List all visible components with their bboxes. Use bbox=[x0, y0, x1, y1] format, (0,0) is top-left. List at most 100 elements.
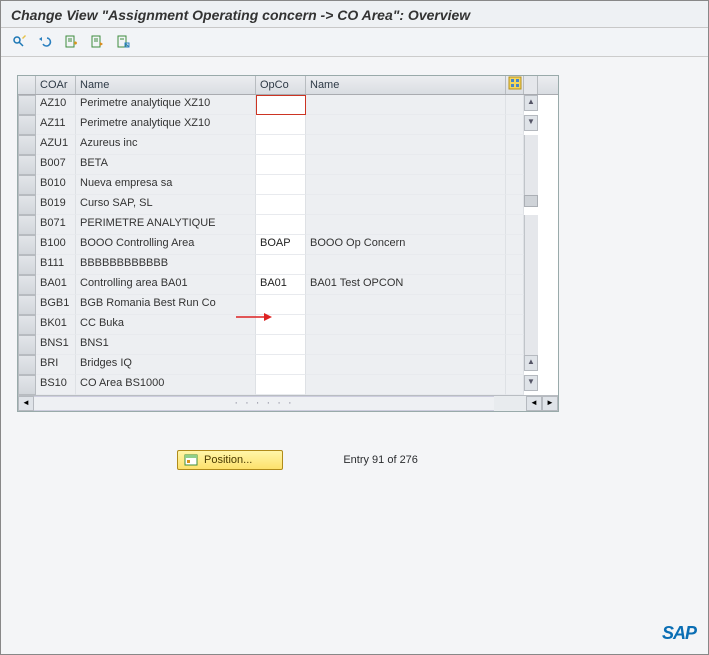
col-opco[interactable]: OpCo bbox=[256, 76, 306, 94]
cell-opco[interactable] bbox=[256, 155, 306, 175]
table-row: AZ10Perimetre analytique XZ10▲ bbox=[18, 95, 558, 115]
scroll-down-icon[interactable]: ▼ bbox=[524, 375, 538, 391]
scrollbar-cell[interactable] bbox=[524, 255, 538, 275]
table-row: B071PERIMETRE ANALYTIQUE bbox=[18, 215, 558, 235]
cell-name: Perimetre analytique XZ10 bbox=[76, 115, 256, 135]
scroll-track[interactable]: · · · · · · bbox=[34, 396, 494, 411]
cell-spacer bbox=[506, 295, 524, 315]
cell-coar: B100 bbox=[36, 235, 76, 255]
table-row: BK01CC Buka bbox=[18, 315, 558, 335]
cell-opname bbox=[306, 115, 506, 135]
row-selector[interactable] bbox=[18, 275, 36, 295]
cell-name: CC Buka bbox=[76, 315, 256, 335]
entry-counter: Entry 91 of 276 bbox=[343, 454, 418, 466]
row-selector[interactable] bbox=[18, 175, 36, 195]
cell-spacer bbox=[506, 235, 524, 255]
row-selector[interactable] bbox=[18, 115, 36, 135]
cell-opco[interactable] bbox=[256, 375, 306, 395]
cell-name: PERIMETRE ANALYTIQUE bbox=[76, 215, 256, 235]
scrollbar-cell[interactable] bbox=[524, 335, 538, 355]
col-coar[interactable]: COAr bbox=[36, 76, 76, 94]
display-change-icon[interactable] bbox=[9, 32, 29, 52]
row-selector[interactable] bbox=[18, 355, 36, 375]
table-header: COAr Name OpCo Name bbox=[18, 76, 558, 95]
cell-opco[interactable] bbox=[256, 115, 306, 135]
cell-opco[interactable] bbox=[256, 95, 306, 115]
cell-spacer bbox=[506, 375, 524, 395]
scrollbar-cell[interactable] bbox=[524, 155, 538, 175]
cell-coar: B019 bbox=[36, 195, 76, 215]
table-row: BRIBridges IQ▲ bbox=[18, 355, 558, 375]
row-selector[interactable] bbox=[18, 135, 36, 155]
cell-name: Azureus inc bbox=[76, 135, 256, 155]
scroll-up-icon[interactable]: ▲ bbox=[524, 95, 538, 111]
cell-spacer bbox=[506, 115, 524, 135]
cell-opco[interactable] bbox=[256, 215, 306, 235]
cell-opco[interactable] bbox=[256, 255, 306, 275]
cell-name: Bridges IQ bbox=[76, 355, 256, 375]
row-selector[interactable] bbox=[18, 95, 36, 115]
cell-coar: B071 bbox=[36, 215, 76, 235]
cell-opname bbox=[306, 355, 506, 375]
scrollbar-cell[interactable] bbox=[524, 315, 538, 335]
scrollbar-cell[interactable] bbox=[524, 175, 538, 195]
footer: Position... Entry 91 of 276 bbox=[177, 450, 692, 470]
row-selector[interactable] bbox=[18, 155, 36, 175]
copy-icon[interactable] bbox=[87, 32, 107, 52]
cell-opco[interactable] bbox=[256, 175, 306, 195]
undo-icon[interactable] bbox=[35, 32, 55, 52]
select-all-header[interactable] bbox=[18, 76, 36, 94]
position-button[interactable]: Position... bbox=[177, 450, 283, 470]
cell-opname bbox=[306, 195, 506, 215]
cell-opco[interactable] bbox=[256, 195, 306, 215]
scroll-step-down-icon[interactable]: ▼ bbox=[524, 115, 538, 131]
cell-name: Nueva empresa sa bbox=[76, 175, 256, 195]
cell-coar: B007 bbox=[36, 155, 76, 175]
cell-opco[interactable] bbox=[256, 355, 306, 375]
row-selector[interactable] bbox=[18, 335, 36, 355]
row-selector[interactable] bbox=[18, 215, 36, 235]
table-row: B010Nueva empresa sa bbox=[18, 175, 558, 195]
table-row: B111BBBBBBBBBBBB bbox=[18, 255, 558, 275]
cell-opco[interactable]: BOAP bbox=[256, 235, 306, 255]
cell-opname bbox=[306, 295, 506, 315]
scrollbar-cell[interactable] bbox=[524, 235, 538, 255]
row-selector[interactable] bbox=[18, 295, 36, 315]
row-selector[interactable] bbox=[18, 375, 36, 395]
delete-icon[interactable] bbox=[113, 32, 133, 52]
cell-opco[interactable] bbox=[256, 135, 306, 155]
cell-opname bbox=[306, 155, 506, 175]
scroll-step-up-icon[interactable]: ▲ bbox=[524, 355, 538, 371]
scroll-thumb[interactable] bbox=[524, 195, 538, 207]
scrollbar-cell[interactable] bbox=[524, 275, 538, 295]
horizontal-scrollbar[interactable]: ◄ · · · · · · ◄ ► bbox=[18, 395, 558, 411]
table-settings-icon[interactable] bbox=[506, 76, 524, 94]
cell-coar: B010 bbox=[36, 175, 76, 195]
cell-opco[interactable] bbox=[256, 335, 306, 355]
scrollbar-cell[interactable] bbox=[524, 295, 538, 315]
scrollbar-cell[interactable] bbox=[524, 135, 538, 155]
sap-window: Change View "Assignment Operating concer… bbox=[0, 0, 709, 655]
row-selector[interactable] bbox=[18, 195, 36, 215]
scrollbar-cell[interactable] bbox=[524, 215, 538, 235]
cell-opco[interactable] bbox=[256, 315, 306, 335]
cell-opname: BA01 Test OPCON bbox=[306, 275, 506, 295]
cell-name: Curso SAP, SL bbox=[76, 195, 256, 215]
cell-opco[interactable] bbox=[256, 295, 306, 315]
scroll-right-end-icon[interactable]: ► bbox=[542, 396, 558, 411]
col-name[interactable]: Name bbox=[76, 76, 256, 94]
cell-spacer bbox=[506, 335, 524, 355]
cell-spacer bbox=[506, 155, 524, 175]
row-selector[interactable] bbox=[18, 255, 36, 275]
cell-opname bbox=[306, 255, 506, 275]
cell-name: CO Area BS1000 bbox=[76, 375, 256, 395]
new-entries-icon[interactable] bbox=[61, 32, 81, 52]
position-label: Position... bbox=[204, 454, 252, 466]
scroll-left-icon[interactable]: ◄ bbox=[18, 396, 34, 411]
cell-opco[interactable]: BA01 bbox=[256, 275, 306, 295]
row-selector[interactable] bbox=[18, 235, 36, 255]
col-opname[interactable]: Name bbox=[306, 76, 506, 94]
scroll-right-icon[interactable]: ◄ bbox=[526, 396, 542, 411]
table-row: BA01Controlling area BA01BA01BA01 Test O… bbox=[18, 275, 558, 295]
row-selector[interactable] bbox=[18, 315, 36, 335]
